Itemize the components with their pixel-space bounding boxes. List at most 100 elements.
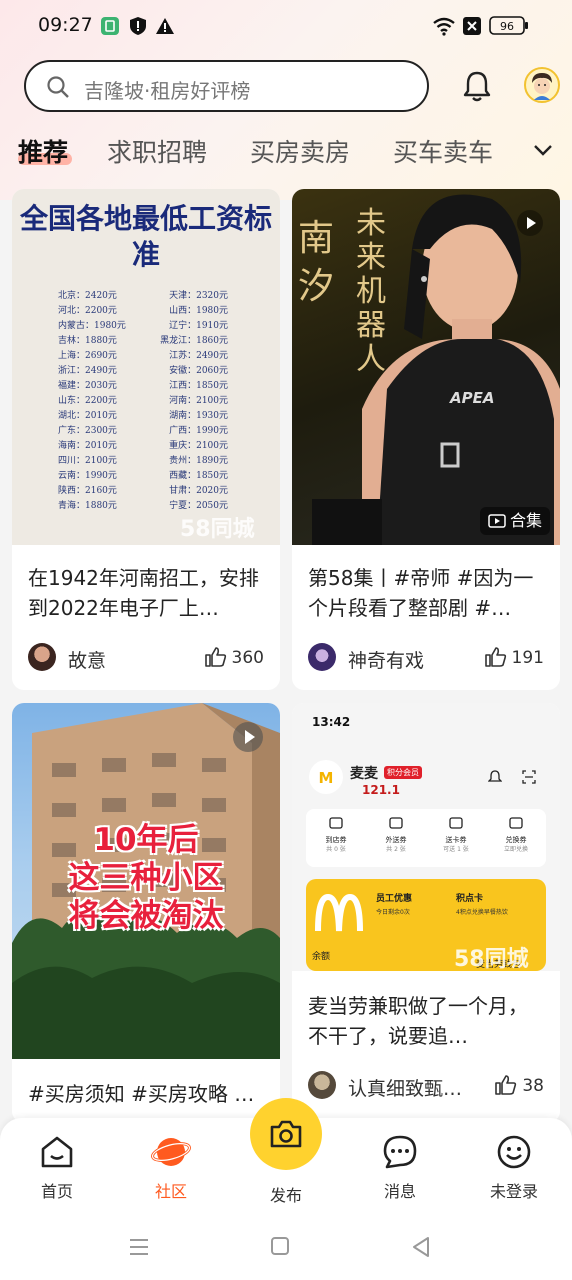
app-notification-icon — [100, 16, 120, 40]
coupon-count: 共 0 张 — [326, 846, 346, 853]
wage-cell: 吉林：1880元 — [58, 336, 117, 346]
home-icon — [41, 1136, 73, 1168]
chevron-down-icon[interactable] — [532, 142, 554, 162]
wage-cell: 湖南：1930元 — [169, 411, 228, 421]
no-sim-icon — [462, 16, 482, 40]
coupon-item: 兑换券 立即兑换 — [486, 815, 546, 854]
search-bar[interactable]: 吉隆坡·租房好评榜 — [24, 60, 429, 112]
search-icon — [46, 75, 70, 103]
nav-messages[interactable]: 消息 — [360, 1134, 440, 1202]
bell-icon — [487, 769, 503, 788]
wage-row: 四川：2100元 贵州：1890元 — [58, 454, 228, 469]
like-number: 38 — [522, 1076, 544, 1096]
card-points: 积点卡 — [456, 894, 484, 904]
status-time: 09:27 — [38, 14, 93, 36]
author-avatar — [28, 643, 56, 671]
author-avatar — [308, 643, 336, 671]
member-badge: 积分会员 — [384, 766, 422, 779]
card-title: #买房须知 #买房攻略 … — [28, 1082, 255, 1106]
wage-row: 湖北：2010元 湖南：1930元 — [58, 409, 228, 424]
publish-label: 发布 — [269, 1186, 302, 1205]
wage-cell: 青海：1880元 — [58, 501, 117, 511]
watermark: 58同城 — [180, 517, 255, 542]
card-title: 在1942年河南招工，安排到2022年电子厂上… — [28, 566, 259, 620]
overlay-line-3: 将会被淘汰 — [68, 898, 224, 934]
wage-cell: 贵州：1890元 — [169, 456, 228, 466]
thumbs-up-icon — [484, 647, 506, 667]
wage-row: 山东：2200元 河南：2100元 — [58, 394, 228, 409]
feed-card[interactable]: 全国各地最低工资标准 北京：2420元 天津：2320元河北：2200元 山西：19… — [12, 189, 280, 690]
nav-profile[interactable]: 未登录 — [474, 1134, 554, 1202]
like-number: 360 — [231, 648, 264, 668]
wage-cell: 内蒙古：1980元 — [58, 321, 126, 331]
wage-row: 北京：2420元 天津：2320元 — [58, 289, 228, 304]
avatar[interactable] — [524, 67, 560, 107]
feed-card[interactable]: 南汐 未来机器人 APEA 合集 第58集丨#帝师 #因为一个片段看了整部剧 #… — [292, 189, 560, 690]
wage-cell: 河北：2200元 — [58, 306, 117, 316]
wage-cell: 山西：1980元 — [169, 306, 228, 316]
card-image: 南汐 未来机器人 APEA 合集 — [292, 189, 560, 545]
card-title-inner: 员工优惠 — [376, 894, 413, 904]
wage-table: 北京：2420元 天津：2320元河北：2200元 山西：1980元内蒙古：1980… — [58, 289, 228, 514]
wage-cell: 海南：2010元 — [58, 441, 117, 451]
search-placeholder: 吉隆坡·租房好评榜 — [84, 79, 251, 103]
like-count[interactable]: 360 — [204, 645, 264, 668]
battery-level: 96 — [500, 20, 514, 33]
tab-housing[interactable]: 买房卖房 — [250, 133, 350, 169]
wage-cell: 湖北：2010元 — [58, 411, 117, 421]
card-points-sub: 4积点兑换早餐热饮 — [456, 909, 508, 916]
coupon-row: 到店券共 0 张外送券共 2 张送卡券 可送 1 张兑换券 立即兑换 — [306, 809, 546, 867]
golden-arches-icon — [315, 893, 363, 932]
collection-icon — [488, 514, 506, 528]
message-icon — [383, 1135, 417, 1169]
overlay-line-1: 10年后 — [93, 822, 199, 858]
like-number: 191 — [511, 648, 544, 668]
publish-button[interactable] — [250, 1098, 322, 1170]
coupon-name: 外送券 — [385, 836, 407, 844]
author-name: 认真细致甄… — [348, 1078, 463, 1100]
wage-cell: 安徽：2060元 — [169, 366, 228, 376]
wage-row: 河北：2200元 山西：1980元 — [58, 304, 228, 319]
home-square-icon[interactable] — [270, 1236, 290, 1260]
wage-cell: 西藏：1850元 — [169, 471, 228, 481]
feed-card[interactable]: 10年后 这三种小区 将会被淘汰 #买房须知 #买房攻略 … — [12, 703, 280, 1123]
shield-icon — [128, 16, 148, 40]
wage-row: 陕西：2160元 甘肃：2020元 — [58, 484, 228, 499]
coupon-item: 送卡券 可送 1 张 — [426, 815, 486, 854]
author-name: 故意 — [68, 650, 107, 672]
tab-recommend[interactable]: 推荐 — [18, 133, 68, 169]
tab-jobs[interactable]: 求职招聘 — [107, 133, 207, 169]
feed-card[interactable]: 13:42 M 麦麦 积分会员 121.1 到店券共 0 张外送券共 2 张送卡… — [292, 703, 560, 1123]
battery-icon: 96 — [489, 15, 529, 41]
points-value: 121.1 — [362, 783, 400, 797]
wage-cell: 黑龙江：1860元 — [160, 336, 228, 346]
overlay-line-2: 这三种小区 — [68, 860, 224, 896]
bell-icon[interactable] — [462, 70, 492, 106]
svg-text:M: M — [319, 769, 334, 787]
image-headline: 全国各地最低工资标准 — [19, 202, 272, 271]
coupon-name: 兑换券 — [505, 836, 527, 844]
image-title-left: 南汐 — [298, 218, 335, 307]
thumbs-up-icon — [495, 1075, 517, 1095]
image-title-right: 未来机器人 — [356, 206, 386, 377]
back-icon[interactable] — [410, 1236, 432, 1262]
system-nav-bar — [0, 1224, 572, 1280]
nav-home[interactable]: 首页 — [17, 1134, 97, 1202]
wage-cell: 甘肃：2020元 — [169, 486, 228, 496]
nav-community[interactable]: 社区 — [131, 1134, 211, 1202]
wage-row: 内蒙古：1980元 辽宁：1910元 — [58, 319, 228, 334]
wifi-icon — [432, 16, 456, 40]
tab-cars[interactable]: 买车卖车 — [393, 133, 493, 169]
balance-label: 余额 — [312, 952, 331, 962]
like-count[interactable]: 38 — [494, 1073, 544, 1096]
card-title: 第58集丨#帝师 #因为一个片段看了整部剧 #… — [308, 566, 534, 620]
card-image: 13:42 M 麦麦 积分会员 121.1 到店券共 0 张外送券共 2 张送卡… — [292, 703, 560, 971]
play-icon — [232, 721, 264, 757]
menu-icon[interactable] — [128, 1236, 150, 1262]
coupon-icon — [449, 817, 463, 829]
wage-cell: 重庆：2100元 — [169, 441, 228, 451]
like-count[interactable]: 191 — [484, 645, 544, 668]
app-name: 麦麦 — [350, 766, 378, 782]
wage-cell: 福建：2030元 — [58, 381, 117, 391]
wage-cell: 山东：2200元 — [58, 396, 117, 406]
